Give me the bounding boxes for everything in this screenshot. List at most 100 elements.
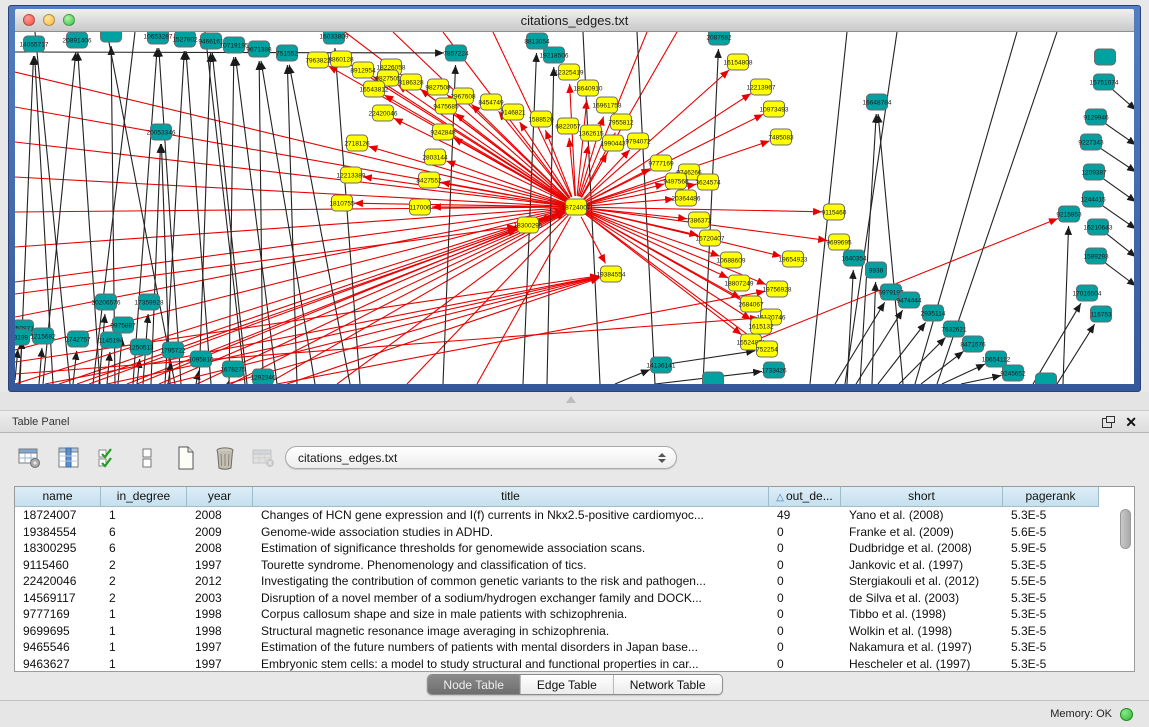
graph-node-label: 7485083 <box>768 135 794 142</box>
graph-node-label: 17359928 <box>135 300 164 307</box>
table-row[interactable]: 969969511998Structural magnetic resonanc… <box>15 623 1134 640</box>
column-header-year[interactable]: year <box>187 487 253 507</box>
graph-node-label: 19218506 <box>540 53 569 60</box>
graph-edge <box>196 371 199 384</box>
graph-edge <box>227 277 599 384</box>
graph-edge <box>672 351 755 364</box>
graph-node-label: 751552 <box>276 51 298 58</box>
graph-node-label: 20053346 <box>147 130 176 137</box>
table-cell: 5.3E-5 <box>1003 656 1099 672</box>
table-cell: 1997 <box>187 557 253 574</box>
table-cell: 5.3E-5 <box>1003 590 1099 607</box>
graph-node-label: 10719195 <box>220 43 249 50</box>
table-cell: 1997 <box>187 639 253 656</box>
table-panel-title: Table Panel <box>12 416 70 428</box>
table-cell: 2008 <box>187 507 253 524</box>
divider-grip-icon[interactable] <box>566 396 576 403</box>
column-header-in_degree[interactable]: in_degree <box>101 487 187 507</box>
delete-table-button[interactable] <box>250 445 278 471</box>
row-height-button[interactable] <box>133 445 161 471</box>
table-row[interactable]: 1938455462009Genome-wide association stu… <box>15 524 1134 541</box>
graph-edge <box>1100 148 1134 172</box>
column-header-name[interactable]: name <box>15 487 101 507</box>
table-row[interactable]: 946554611997Estimation of the future num… <box>15 639 1134 656</box>
table-toolbar: f(x) <box>16 443 317 473</box>
tab-edge-table[interactable]: Edge Table <box>520 675 613 694</box>
graph-node[interactable] <box>1036 373 1057 384</box>
table-row[interactable]: 1872400712008Changes of HCN gene express… <box>15 507 1134 524</box>
column-header-short[interactable]: short <box>841 487 1003 507</box>
graph-node[interactable] <box>703 372 724 384</box>
table-scrollbar[interactable] <box>1120 509 1132 669</box>
scrollbar-thumb[interactable] <box>1120 509 1131 549</box>
table-cell: 2 <box>101 590 187 607</box>
table-cell: 5.3E-5 <box>1003 507 1099 524</box>
graph-node-label: 8912954 <box>350 68 376 75</box>
column-header-title[interactable]: title <box>253 487 769 507</box>
table-settings-button[interactable] <box>16 445 44 471</box>
table-row[interactable]: 1456911722003Disruption of a novel membe… <box>15 590 1134 607</box>
table-cell: 2 <box>101 573 187 590</box>
table-cell: Hescheler et al. (1997) <box>841 656 1003 672</box>
graph-node-label: 1145194 <box>99 338 124 345</box>
graph-node[interactable] <box>101 32 122 42</box>
graph-node-label: 8471676 <box>960 342 986 349</box>
graph-edge <box>961 375 1001 384</box>
table-row[interactable]: 946362711997Embryonic stem cells: a mode… <box>15 656 1134 672</box>
graph-node-label: 12325419 <box>555 70 584 77</box>
table-row[interactable]: 2242004622012Investigating the contribut… <box>15 573 1134 590</box>
table-cell: 9777169 <box>15 606 101 623</box>
table-panel-header: Table Panel ✕ <box>0 410 1149 433</box>
table-row[interactable]: 911546021997Tourette syndrome. Phenomeno… <box>15 557 1134 574</box>
graph-node-label: 33199 <box>15 335 28 342</box>
network-canvas[interactable]: 1872400779638228860128891295418226058982… <box>15 32 1134 384</box>
graph-edge <box>15 72 565 204</box>
graph-node-label: 9671388 <box>246 47 272 54</box>
network-window-titlebar[interactable]: citations_edges.txt <box>15 9 1134 32</box>
table-cell: 1 <box>101 656 187 672</box>
column-select-button[interactable] <box>55 445 83 471</box>
graph-node-label: 8454749 <box>478 100 504 107</box>
tab-node-table[interactable]: Node Table <box>427 675 520 694</box>
table-cell: 6 <box>101 540 187 557</box>
tab-network-table[interactable]: Network Table <box>613 675 722 694</box>
graph-node-label: 1250513 <box>128 345 154 352</box>
graph-edge <box>1105 123 1134 145</box>
graph-node-label: 1640354 <box>841 256 867 263</box>
graph-node-label: 3624574 <box>695 180 721 187</box>
graph-edge <box>1107 234 1134 257</box>
split-pane-divider[interactable] <box>0 392 1149 410</box>
table-disabled-icon <box>252 447 276 469</box>
row-height-icon <box>140 447 154 469</box>
dropdown-arrows-icon <box>658 453 666 463</box>
table-cell: Wolkin et al. (1998) <box>841 623 1003 640</box>
table-cell: 0 <box>769 656 841 672</box>
graph-node-label: 9794072 <box>625 139 651 146</box>
float-window-icon[interactable] <box>1102 416 1115 428</box>
close-panel-icon[interactable]: ✕ <box>1125 415 1137 429</box>
graph-edge <box>197 212 566 384</box>
table-row[interactable]: 977716911998Corpus callosum shape and si… <box>15 606 1134 623</box>
new-table-button[interactable] <box>172 445 200 471</box>
table-cell: 5.3E-5 <box>1003 639 1099 656</box>
graph-node-label: 1795722 <box>160 348 186 355</box>
table-cell: 1998 <box>187 623 253 640</box>
table-row[interactable]: 1830029562008Estimation of significance … <box>15 540 1134 557</box>
table-cell: 22420046 <box>15 573 101 590</box>
graph-node-label: 752254 <box>756 347 778 354</box>
table-cell: 0 <box>769 623 841 640</box>
graph-node-label: 1742757 <box>65 337 91 344</box>
column-header-out_de[interactable]: △out_de... <box>769 487 841 507</box>
delete-rows-button[interactable] <box>211 445 239 471</box>
graph-node-label: 18640910 <box>574 86 603 93</box>
table-cell: 5.3E-5 <box>1003 623 1099 640</box>
checklist-icon <box>97 447 119 469</box>
column-header-pagerank[interactable]: pagerank <box>1003 487 1099 507</box>
select-rows-button[interactable] <box>94 445 122 471</box>
graph-edge <box>159 48 181 384</box>
table-selector-dropdown[interactable]: citations_edges.txt <box>285 446 677 469</box>
graph-node-label: 2935114 <box>921 311 946 318</box>
graph-node[interactable] <box>1095 49 1116 65</box>
graph-node-label: 1990443 <box>600 141 626 148</box>
table-cell: Estimation of significance thresholds fo… <box>253 540 769 557</box>
